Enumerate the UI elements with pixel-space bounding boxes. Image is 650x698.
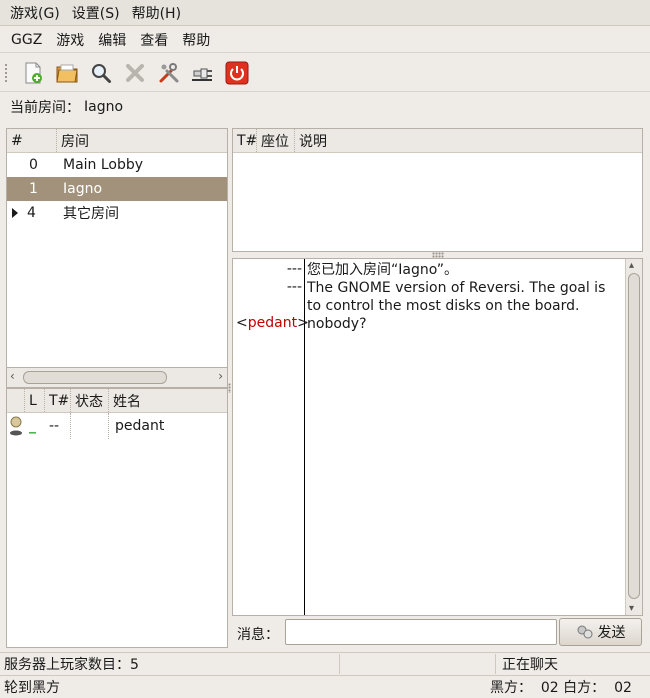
- room-list[interactable]: # 房间 0 Main Lobby 1 Iagno 4 其它房间: [6, 128, 228, 368]
- chat-divider: [304, 259, 305, 615]
- room-name: Main Lobby: [63, 157, 144, 173]
- player-type-cell: [7, 413, 25, 439]
- scroll-right-icon[interactable]: ›: [218, 369, 223, 383]
- send-button[interactable]: 发送: [559, 618, 642, 646]
- scroll-left-icon[interactable]: ‹: [10, 369, 15, 383]
- expander-triangle-icon[interactable]: [12, 208, 18, 218]
- room-number: 4: [27, 205, 36, 221]
- room-col-name[interactable]: 房间: [57, 129, 227, 152]
- menu-edit[interactable]: 编辑: [91, 30, 133, 50]
- player-col-table[interactable]: T#: [45, 389, 71, 412]
- chat-nick: ---: [286, 279, 302, 295]
- room-row-iagno[interactable]: 1 Iagno: [7, 177, 227, 201]
- chat-nick-name: pedant: [247, 315, 298, 331]
- app-menubar: 游戏(G) 设置(S) 帮助(H): [0, 0, 650, 26]
- app-menu-settings[interactable]: 设置(S): [66, 3, 126, 23]
- room-list-header: # 房间: [7, 129, 227, 153]
- chat-message: The GNOME version of Reversi. The goal i…: [307, 280, 606, 314]
- player-col-status[interactable]: 状态: [71, 389, 109, 412]
- player-list[interactable]: L T# 状态 姓名 _ -- pedant: [6, 388, 228, 648]
- delete-icon: [126, 63, 144, 82]
- player-count-status: 服务器上玩家数目：5: [0, 653, 340, 674]
- chat-nick-bracket: <: [236, 315, 248, 331]
- player-name: pedant: [115, 418, 165, 434]
- current-room-caption: 当前房间：: [10, 100, 80, 116]
- turn-status: 轮到黑方: [4, 679, 60, 696]
- new-game-button[interactable]: [16, 56, 50, 90]
- chat-message: nobody?: [307, 316, 367, 332]
- menu-ggz[interactable]: GGZ: [4, 32, 49, 48]
- message-input[interactable]: [285, 619, 557, 645]
- app-menu-help[interactable]: 帮助(H): [126, 3, 187, 23]
- player-list-header: L T# 状态 姓名: [7, 389, 227, 413]
- current-room-value: Iagno: [84, 99, 124, 115]
- room-row-other-rooms[interactable]: 4 其它房间: [7, 201, 227, 225]
- tools-button[interactable]: [152, 56, 186, 90]
- score-status: 黑方： 02 白方： 02: [490, 679, 632, 696]
- chat-message: 您已加入房间“Iagno”。: [307, 262, 459, 278]
- table-list-header: T# 座位 说明: [233, 129, 642, 153]
- open-button[interactable]: [50, 56, 84, 90]
- toolbar: [0, 54, 650, 92]
- room-col-number[interactable]: #: [7, 129, 57, 152]
- pane-grip-icon[interactable]: [228, 383, 231, 393]
- room-list-hscrollbar[interactable]: ‹ ›: [6, 368, 228, 388]
- delete-button[interactable]: [118, 56, 152, 90]
- scrollbar-thumb[interactable]: [628, 273, 640, 599]
- table-col-seats[interactable]: 座位: [257, 129, 295, 152]
- table-col-number[interactable]: T#: [233, 129, 257, 152]
- chat-nick: ---: [286, 261, 302, 277]
- player-col-lag[interactable]: L: [25, 389, 45, 412]
- status-middle: [340, 653, 496, 674]
- room-row-main-lobby[interactable]: 0 Main Lobby: [7, 153, 227, 177]
- table-list[interactable]: T# 座位 说明: [232, 128, 643, 252]
- player-avatar-icon: [10, 416, 22, 436]
- open-folder-icon: [56, 64, 78, 82]
- connect-button[interactable]: [186, 56, 220, 90]
- disconnect-button[interactable]: [220, 56, 254, 90]
- room-number: 1: [29, 181, 38, 197]
- send-label: 发送: [597, 625, 626, 641]
- player-lag: _: [29, 418, 36, 434]
- message-label: 消息：: [237, 627, 279, 643]
- scrollbar-thumb[interactable]: [23, 371, 167, 384]
- chat-state-status: 正在聊天: [502, 656, 558, 673]
- player-col-name[interactable]: 姓名: [109, 389, 227, 412]
- power-icon: [225, 61, 249, 84]
- search-icon: [92, 63, 111, 83]
- toolbar-grip-icon[interactable]: [4, 62, 8, 83]
- player-table: --: [45, 413, 71, 439]
- menu-help[interactable]: 帮助: [175, 30, 217, 50]
- menu-game[interactable]: 游戏: [49, 30, 91, 50]
- scroll-up-icon[interactable]: ▴: [629, 260, 634, 271]
- new-game-icon: [25, 62, 42, 83]
- player-col-icon: [7, 389, 25, 412]
- status-bar: 服务器上玩家数目：5 正在聊天: [0, 652, 650, 674]
- current-room-label: 当前房间： Iagno: [10, 96, 123, 118]
- room-name: Iagno: [63, 181, 103, 197]
- app-menu-game[interactable]: 游戏(G): [4, 3, 66, 23]
- table-col-description[interactable]: 说明: [295, 129, 642, 152]
- connect-plug-icon: [192, 68, 212, 81]
- player-row[interactable]: _ -- pedant: [7, 413, 227, 439]
- room-number-cell: 4: [7, 201, 57, 225]
- ggz-menubar: GGZ 游戏 编辑 查看 帮助: [0, 27, 650, 53]
- player-status: [71, 413, 109, 439]
- chat-nick-user: <pedant>: [236, 315, 309, 331]
- tools-icon: [159, 62, 179, 82]
- room-number: 0: [29, 157, 38, 173]
- room-name: 其它房间: [63, 206, 119, 222]
- menu-view[interactable]: 查看: [133, 30, 175, 50]
- search-button[interactable]: [84, 56, 118, 90]
- send-icon: [577, 625, 592, 639]
- scroll-down-icon[interactable]: ▾: [629, 603, 634, 614]
- game-status-bar: 轮到黑方 黑方： 02 白方： 02: [0, 675, 650, 697]
- chat-vscrollbar[interactable]: ▴ ▾: [625, 259, 642, 615]
